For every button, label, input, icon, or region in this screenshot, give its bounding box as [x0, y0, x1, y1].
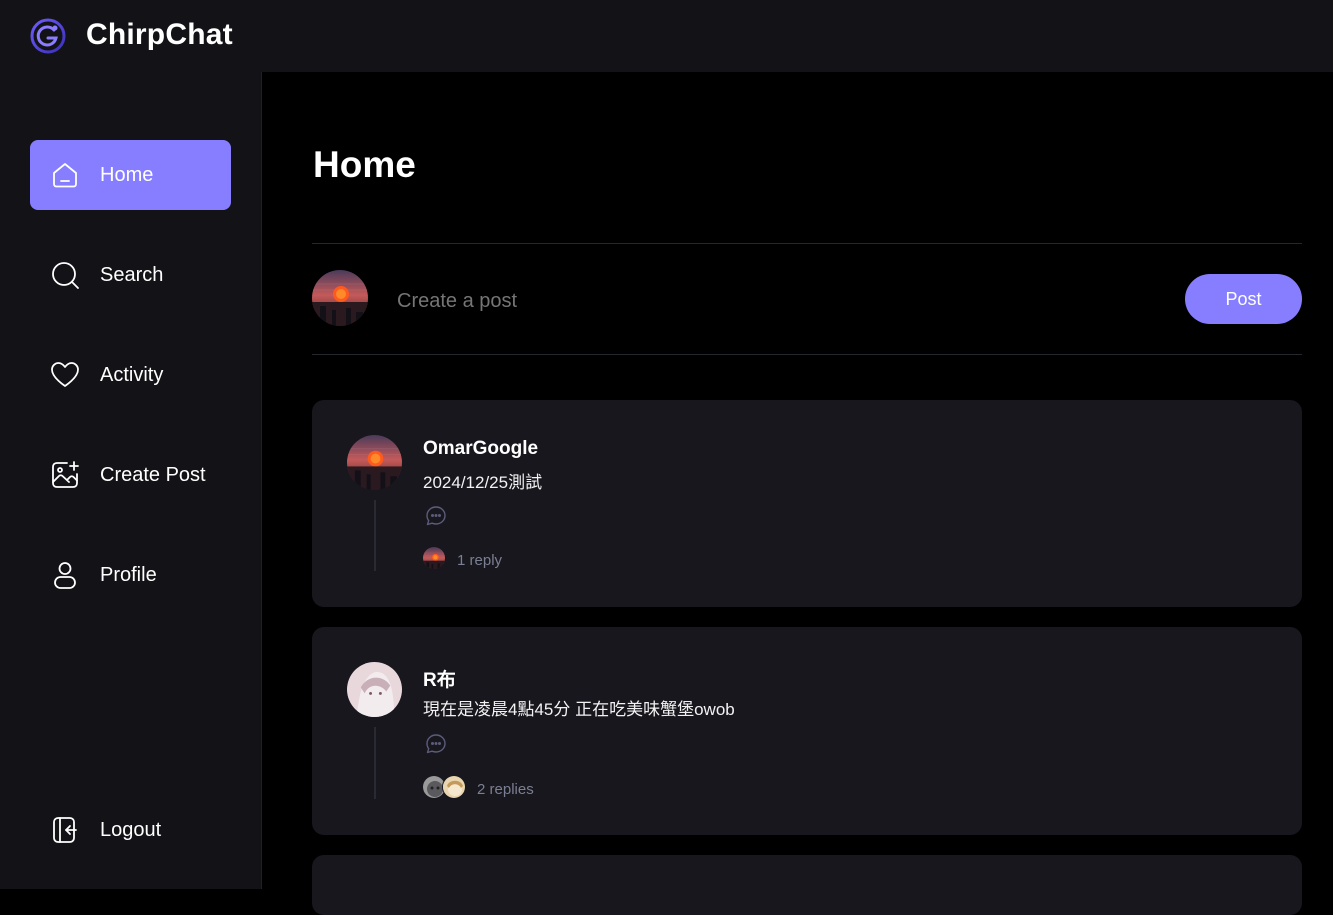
post-text: 現在是凌晨4點45分 正在吃美味蟹堡owob: [423, 700, 735, 719]
sidebar-item-label: Create Post: [100, 463, 206, 486]
page-title: Home: [313, 144, 416, 185]
sidebar-item-search[interactable]: Search: [30, 240, 231, 310]
app-logo-icon[interactable]: [28, 16, 68, 56]
post-author[interactable]: R布: [423, 665, 456, 692]
post-button[interactable]: Post: [1185, 274, 1302, 324]
divider: [312, 354, 1302, 355]
logout-icon: [50, 815, 80, 845]
logout-label: Logout: [100, 818, 162, 841]
sidebar-item-label: Activity: [100, 363, 164, 386]
thread-line: [374, 500, 376, 571]
avatar[interactable]: [312, 270, 368, 326]
reply-avatar: [442, 775, 466, 799]
user-icon: [50, 560, 80, 590]
sidebar-item-create-post[interactable]: Create Post: [30, 440, 231, 510]
heart-icon: [50, 360, 80, 390]
sidebar-item-label: Search: [100, 263, 164, 286]
sidebar-item-home[interactable]: Home: [30, 140, 231, 210]
sidebar-item-label: Home: [100, 163, 154, 186]
sidebar-item-profile[interactable]: Profile: [30, 540, 231, 610]
post-card[interactable]: [312, 855, 1302, 915]
replies-count[interactable]: 2 replies: [477, 781, 534, 798]
thread-line: [374, 727, 376, 799]
divider: [312, 243, 1302, 244]
search-icon: [50, 260, 80, 290]
main-content: Home Post OmarGoogle 2024/12/25測試 1 repl…: [263, 72, 1333, 915]
avatar[interactable]: [347, 662, 402, 717]
replies-count[interactable]: 1 reply: [457, 552, 502, 569]
reply-icon[interactable]: [425, 733, 447, 755]
reply-icon[interactable]: [425, 505, 447, 527]
reply-avatar: [422, 546, 446, 570]
sidebar-item-label: Profile: [100, 563, 157, 586]
logout-button[interactable]: Logout: [30, 795, 231, 865]
home-icon: [50, 160, 80, 190]
sidebar: Home Search Activity Create Post Profile…: [0, 72, 262, 889]
avatar[interactable]: [347, 435, 402, 490]
sidebar-item-activity[interactable]: Activity: [30, 340, 231, 410]
post-card[interactable]: R布 現在是凌晨4點45分 正在吃美味蟹堡owob 2 replies: [312, 627, 1302, 835]
app-title: ChirpChat: [86, 18, 233, 51]
post-author[interactable]: OmarGoogle: [423, 438, 538, 460]
image-plus-icon: [50, 460, 80, 490]
post-card[interactable]: OmarGoogle 2024/12/25測試 1 reply: [312, 400, 1302, 607]
top-bar: ChirpChat: [0, 0, 1333, 72]
post-text: 2024/12/25測試: [423, 473, 543, 492]
create-post-input[interactable]: [397, 290, 997, 313]
